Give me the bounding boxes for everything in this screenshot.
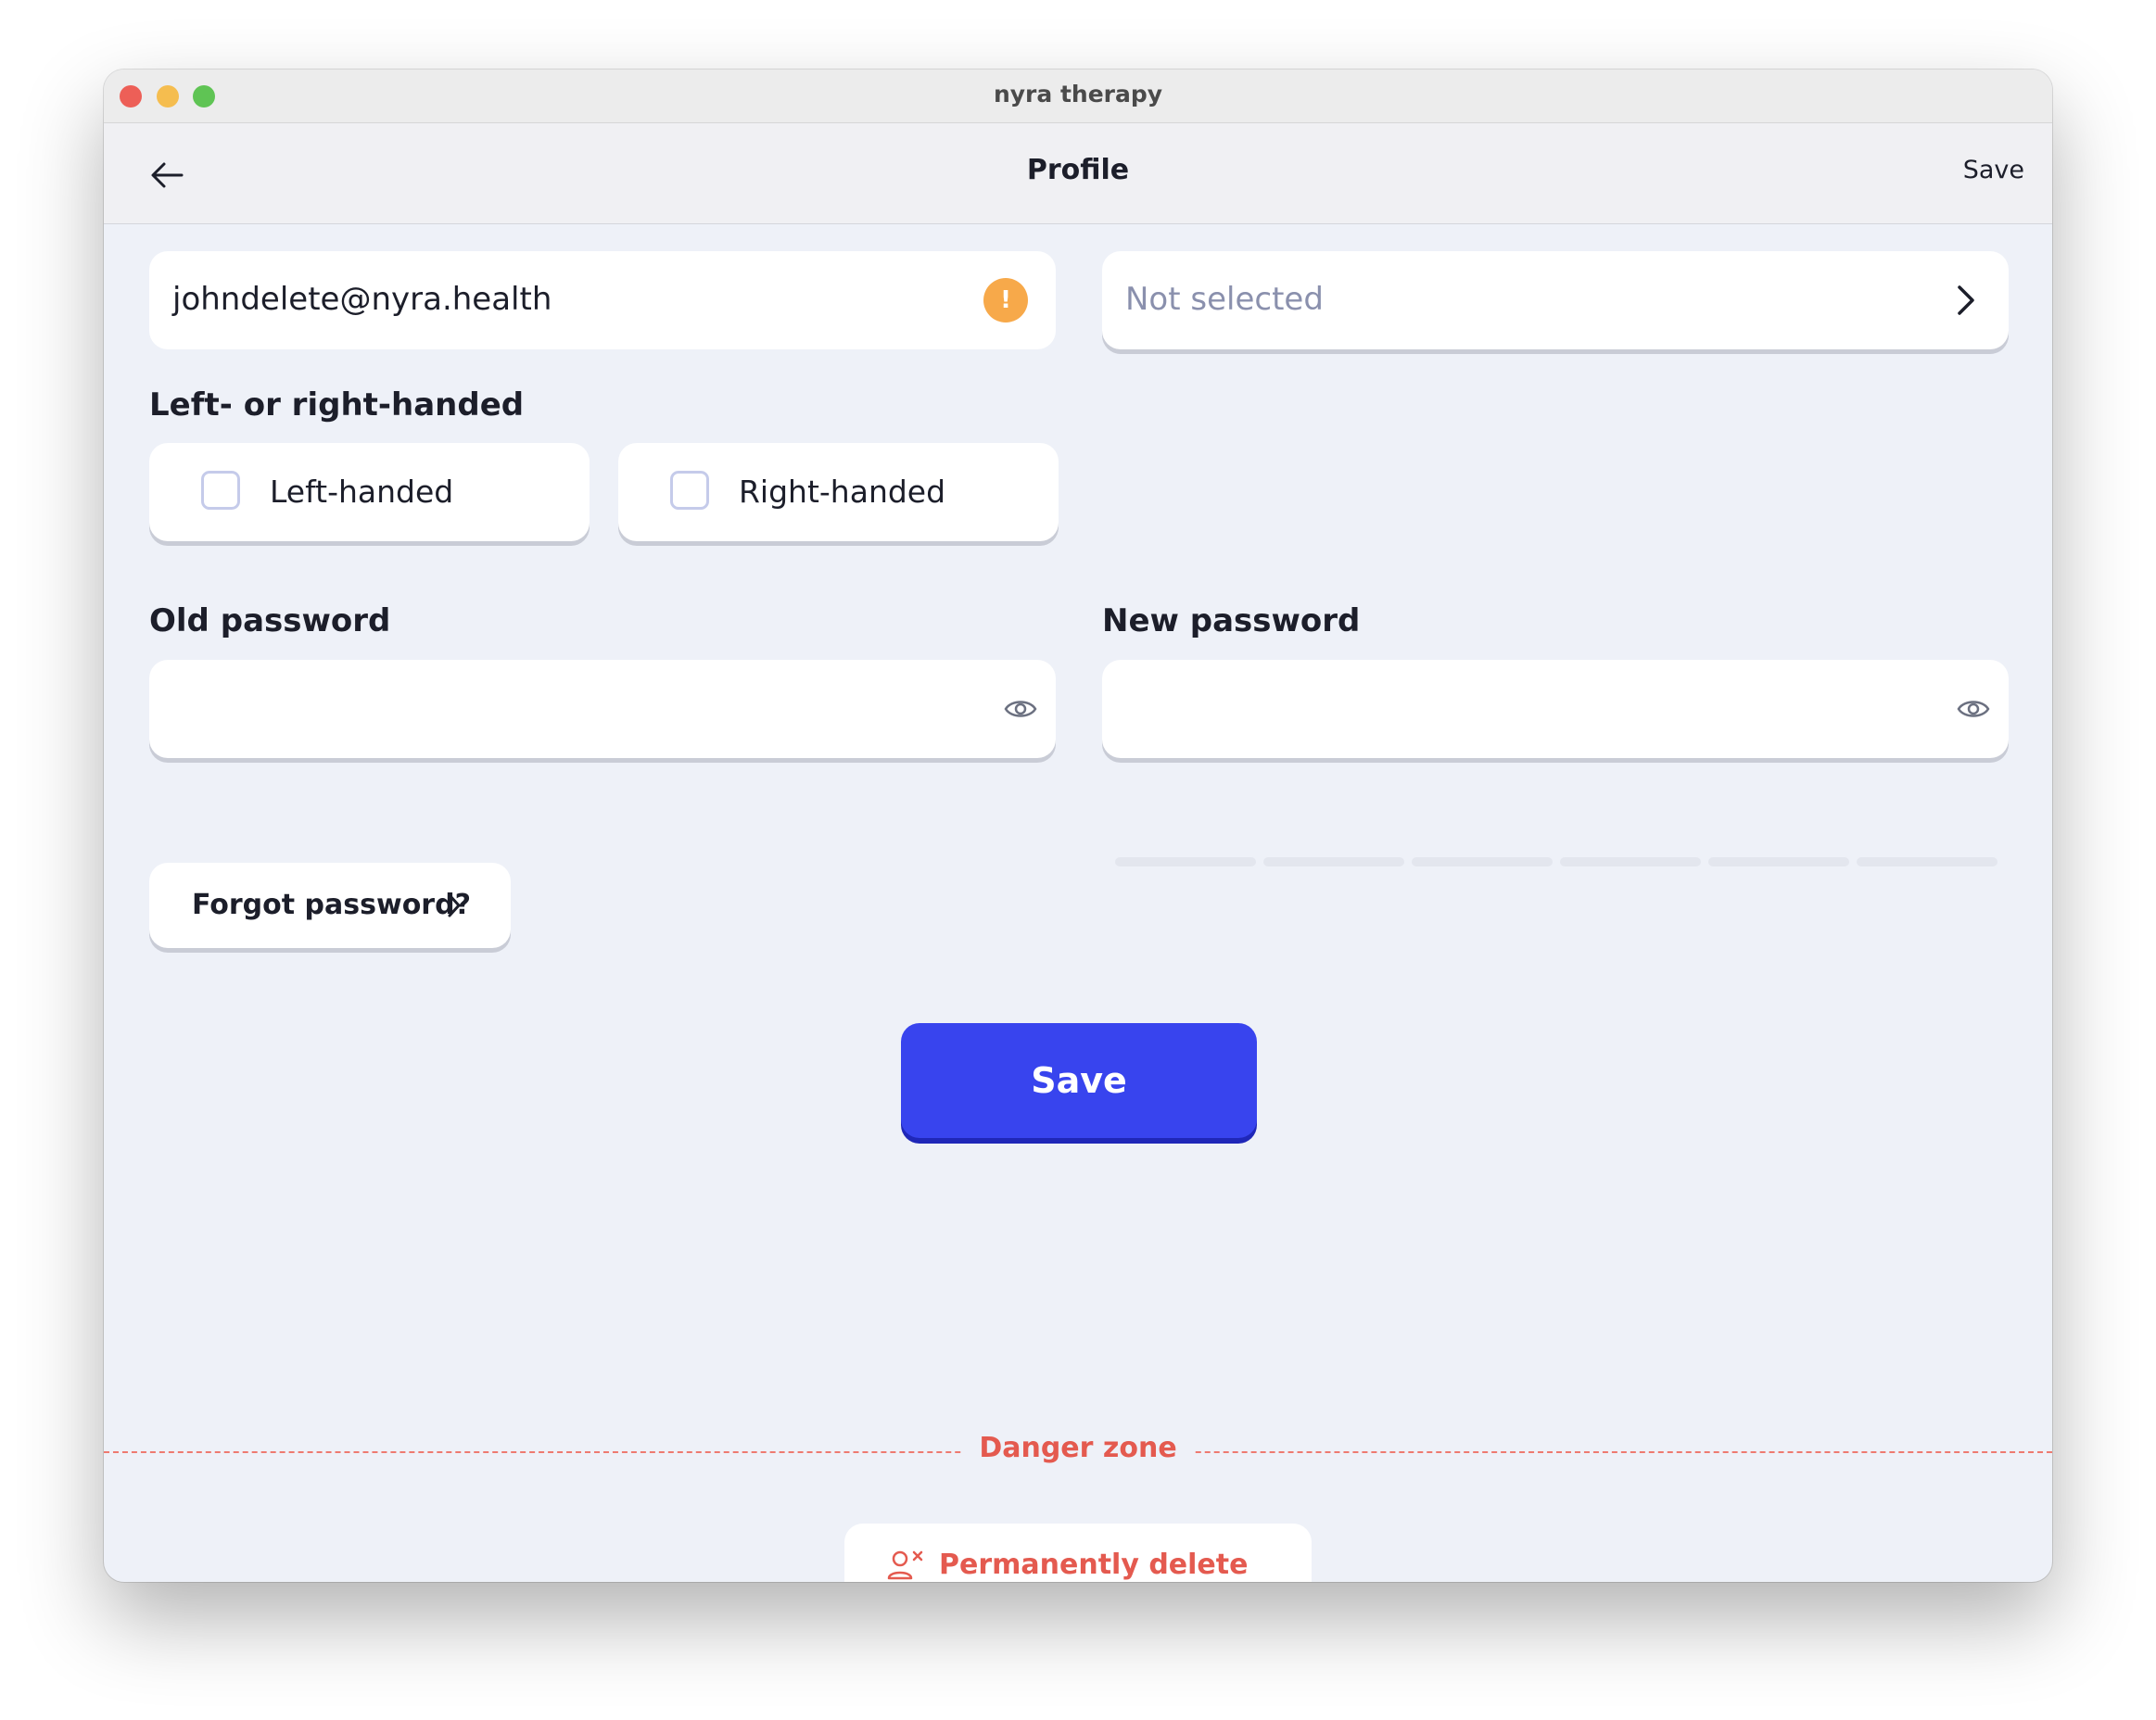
- eye-icon[interactable]: [1004, 695, 1037, 723]
- strength-segment: [1115, 857, 1256, 866]
- left-handed-label: Left-handed: [270, 474, 454, 510]
- strength-segment: [1560, 857, 1701, 866]
- forgot-password-button[interactable]: Forgot password?: [149, 863, 511, 948]
- email-field[interactable]: johndelete@nyra.health !: [149, 251, 1056, 349]
- right-handed-label: Right-handed: [739, 474, 946, 510]
- save-button[interactable]: Save: [901, 1023, 1257, 1138]
- warning-icon: !: [983, 278, 1028, 322]
- new-password-heading: New password: [1102, 602, 1361, 639]
- profile-form: johndelete@nyra.health ! Not selected Le…: [104, 224, 2052, 1582]
- password-strength-bar: [1115, 857, 1997, 866]
- right-handed-option[interactable]: Right-handed: [618, 443, 1059, 541]
- window-title: nyra therapy: [993, 81, 1163, 108]
- user-remove-icon: [887, 1550, 923, 1580]
- select-field[interactable]: Not selected: [1102, 251, 2009, 349]
- navigation-bar: Profile Save: [104, 123, 2052, 224]
- strength-segment: [1263, 857, 1404, 866]
- chevron-right-icon: [1958, 285, 1974, 315]
- app-window: nyra therapy Profile Save johndelete@nyr…: [104, 70, 2052, 1582]
- strength-segment: [1857, 857, 1997, 866]
- new-password-input[interactable]: [1121, 678, 1912, 741]
- left-handed-checkbox[interactable]: [201, 471, 240, 510]
- delete-profile-button[interactable]: Permanently delete profile: [844, 1524, 1312, 1582]
- eye-icon[interactable]: [1957, 695, 1990, 723]
- strength-segment: [1412, 857, 1553, 866]
- page-title: Profile: [1026, 154, 1130, 186]
- old-password-field[interactable]: [149, 660, 1056, 758]
- delete-profile-label: Permanently delete profile: [939, 1549, 1249, 1582]
- handedness-heading: Left- or right-handed: [149, 386, 525, 424]
- old-password-heading: Old password: [149, 602, 391, 639]
- forgot-password-label: Forgot password?: [192, 889, 471, 921]
- old-password-input[interactable]: [168, 678, 959, 741]
- danger-zone-label: Danger zone: [962, 1432, 1194, 1464]
- strength-segment: [1708, 857, 1849, 866]
- new-password-field[interactable]: [1102, 660, 2009, 758]
- left-handed-option[interactable]: Left-handed: [149, 443, 590, 541]
- select-value: Not selected: [1125, 281, 1324, 318]
- nav-save-button[interactable]: Save: [1963, 156, 2024, 184]
- title-bar: nyra therapy: [104, 70, 2052, 123]
- right-handed-checkbox[interactable]: [670, 471, 709, 510]
- chevron-right-icon: [448, 893, 461, 917]
- danger-zone-heading: Danger zone: [104, 1432, 2052, 1464]
- email-value: johndelete@nyra.health: [172, 281, 552, 318]
